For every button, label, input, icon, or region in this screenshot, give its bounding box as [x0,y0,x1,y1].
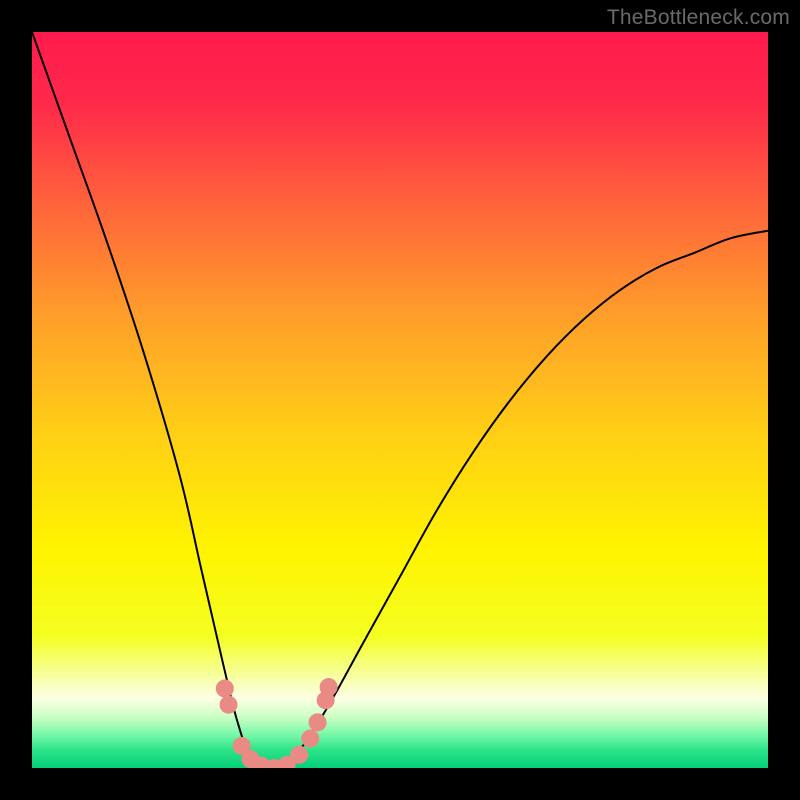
chart-marker [309,713,327,731]
watermark-text: TheBottleneck.com [607,6,790,30]
chart-marker [301,730,319,748]
chart-marker [216,680,234,698]
chart-svg [32,32,768,768]
chart-marker [220,696,238,714]
chart-marker [320,678,338,696]
chart-background [32,32,768,768]
chart-marker [290,746,308,764]
outer-frame: TheBottleneck.com [0,0,800,800]
chart-plot-area [32,32,768,768]
